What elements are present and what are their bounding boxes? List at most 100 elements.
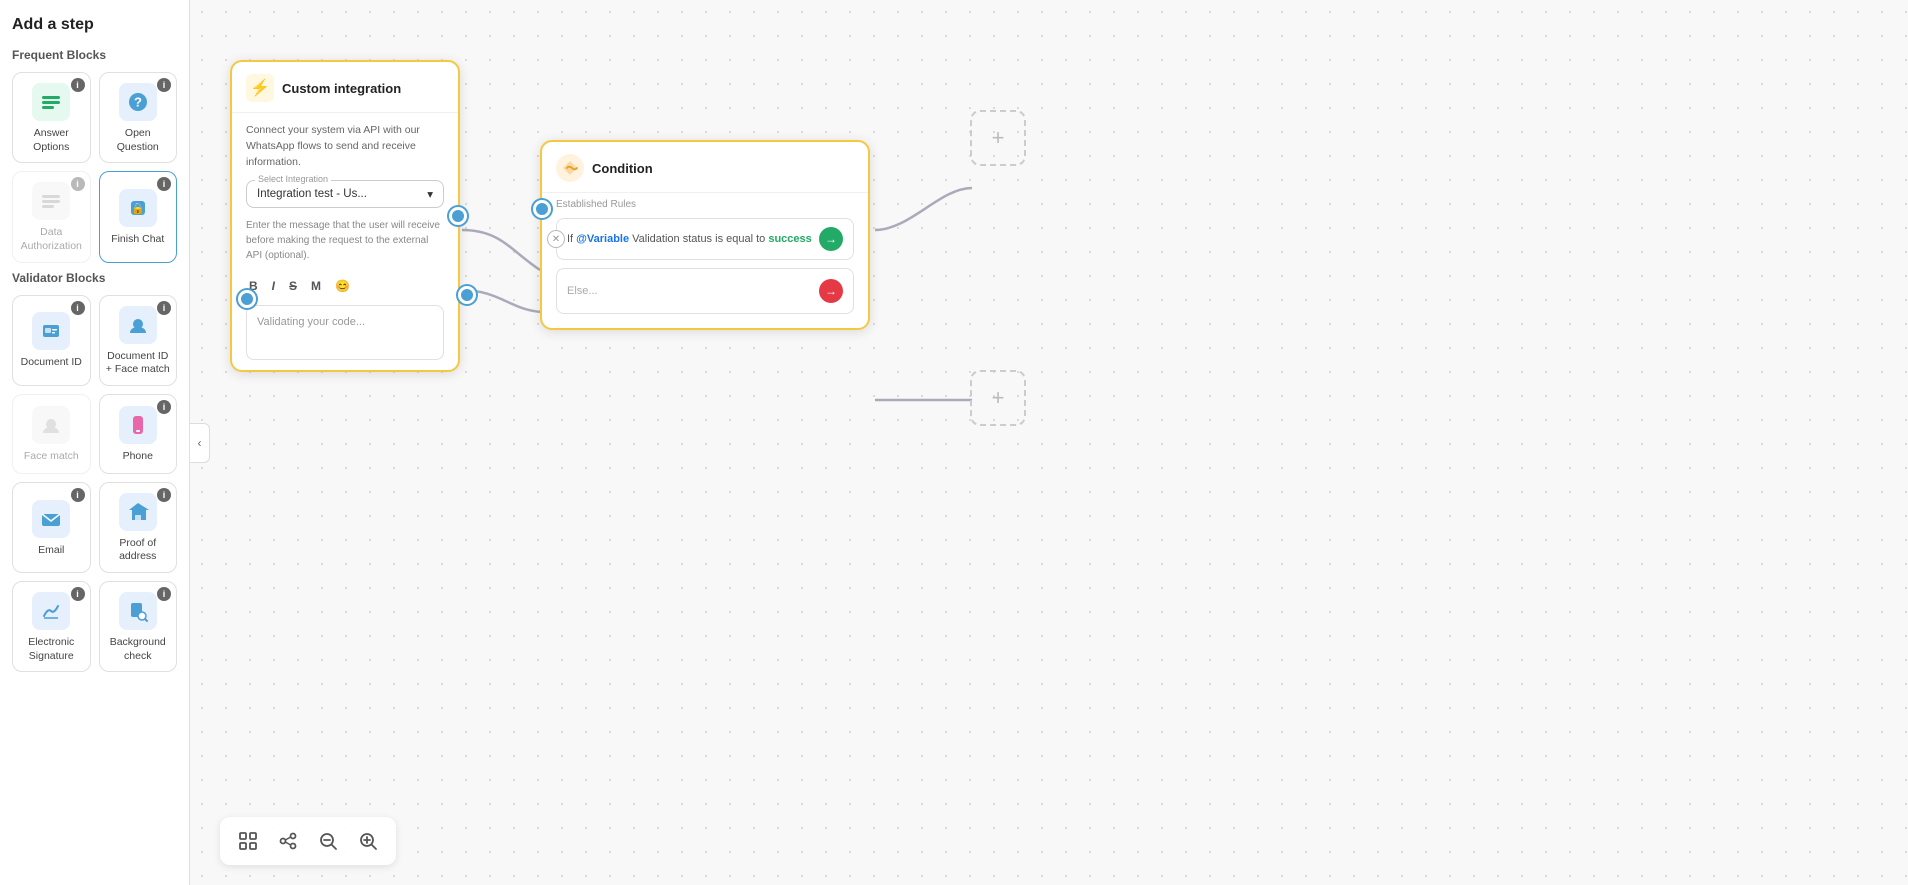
svg-text:?: ? <box>134 95 142 110</box>
info-badge: i <box>71 78 85 92</box>
card-description: Connect your system via API with our Wha… <box>246 123 444 170</box>
card-hint: Enter the message that the user will rec… <box>246 218 444 263</box>
info-badge-da: i <box>71 177 85 191</box>
text-editor-toolbar: B I S M 😊 <box>246 273 444 299</box>
fit-screen-button[interactable] <box>232 825 264 857</box>
rule-row: ✕ If @Variable Validation status is equa… <box>556 218 854 260</box>
document-id-label: Document ID <box>21 356 82 370</box>
strikethrough-button[interactable]: S <box>286 277 300 295</box>
validator-section-title: Validator Blocks <box>12 271 177 285</box>
card-header: ⚡ Custom integration <box>232 62 458 113</box>
info-badge-oq: i <box>157 78 171 92</box>
info-badge-bc: i <box>157 587 171 601</box>
open-question-label: Open Question <box>104 127 173 154</box>
sidebar-title: Add a step <box>12 16 177 34</box>
chevron-down-icon: ▾ <box>427 187 433 201</box>
select-label: Select Integration <box>255 174 331 184</box>
established-rules-label: Established Rules <box>542 193 868 210</box>
block-email[interactable]: i Email <box>12 482 91 573</box>
face-match-icon <box>32 406 70 444</box>
info-badge-did: i <box>71 301 85 315</box>
info-badge-ph: i <box>157 400 171 414</box>
card-title: Custom integration <box>282 81 401 96</box>
background-check-label: Background check <box>104 636 173 663</box>
electronic-signature-icon <box>32 592 70 630</box>
frequent-blocks-grid: i Answer Options i ? Open Question i Dat… <box>12 72 177 263</box>
validator-blocks-grid: i Document ID i Document ID + Face match… <box>12 295 177 673</box>
proof-of-address-icon <box>119 493 157 531</box>
email-icon <box>32 500 70 538</box>
rule-operator: is equal to <box>715 233 768 245</box>
plus-node-top[interactable]: + <box>970 110 1026 166</box>
italic-button[interactable]: I <box>269 277 278 295</box>
canvas-area: ⚡ Custom integration Connect your system… <box>190 0 1908 885</box>
sidebar-collapse-button[interactable]: ‹ <box>190 423 210 463</box>
answer-options-icon <box>32 83 70 121</box>
document-id-face-icon <box>119 306 157 344</box>
block-electronic-signature[interactable]: i Electronic Signature <box>12 581 91 672</box>
card-body: Connect your system via API with our Wha… <box>232 113 458 370</box>
block-background-check[interactable]: i Background check <box>99 581 178 672</box>
text-area[interactable]: Validating your code... <box>246 305 444 360</box>
info-badge-em: i <box>71 488 85 502</box>
face-match-label: Face match <box>24 450 79 464</box>
else-row: Else... → <box>556 268 854 314</box>
rule-prefix: If <box>567 233 576 245</box>
proof-of-address-label: Proof of address <box>104 537 173 564</box>
finish-chat-icon: 🔒 <box>119 189 157 227</box>
exit-connector-dot <box>458 286 476 304</box>
rule-close-button[interactable]: ✕ <box>547 230 565 248</box>
block-finish-chat[interactable]: i 🔒 Finish Chat <box>99 171 178 262</box>
zoom-in-button[interactable] <box>352 825 384 857</box>
emoji-button[interactable]: 😊 <box>332 277 353 295</box>
block-answer-options[interactable]: i Answer Options <box>12 72 91 163</box>
finish-chat-label: Finish Chat <box>111 233 164 247</box>
plus-node-bottom[interactable]: + <box>970 370 1026 426</box>
phone-icon <box>119 406 157 444</box>
open-question-icon: ? <box>119 83 157 121</box>
condition-header: Condition <box>542 142 868 193</box>
info-badge-fc: i <box>157 177 171 191</box>
data-authorization-icon <box>32 182 70 220</box>
answer-options-label: Answer Options <box>17 127 86 154</box>
else-label: Else... <box>567 285 598 297</box>
canvas-toolbar <box>220 817 396 865</box>
select-value: Integration test - Us... ▾ <box>257 187 433 201</box>
block-phone[interactable]: i Phone <box>99 394 178 474</box>
block-document-id[interactable]: i Document ID <box>12 295 91 386</box>
output-connector-dot <box>449 207 467 225</box>
block-data-authorization[interactable]: i Data Authorization <box>12 171 91 262</box>
background-check-icon <box>119 592 157 630</box>
condition-icon <box>556 154 584 182</box>
else-arrow-button[interactable]: → <box>819 279 843 303</box>
rule-value: success <box>768 233 811 245</box>
select-text: Integration test - Us... <box>257 188 367 200</box>
block-face-match[interactable]: Face match <box>12 394 91 474</box>
info-badge-poa: i <box>157 488 171 502</box>
rule-variable: @Variable <box>576 233 632 245</box>
frequent-section-title: Frequent Blocks <box>12 48 177 62</box>
email-label: Email <box>38 544 64 558</box>
input-connector-dot <box>238 290 256 308</box>
sidebar: Add a step Frequent Blocks i Answer Opti… <box>0 0 190 885</box>
rule-variable-name: Validation status <box>632 233 715 245</box>
document-id-icon <box>32 312 70 350</box>
phone-label: Phone <box>123 450 153 464</box>
block-open-question[interactable]: i ? Open Question <box>99 72 178 163</box>
svg-text:🔒: 🔒 <box>131 202 145 215</box>
condition-card: Condition Established Rules ✕ If @Variab… <box>540 140 870 330</box>
block-document-id-face[interactable]: i Document ID + Face match <box>99 295 178 386</box>
data-authorization-label: Data Authorization <box>17 226 86 253</box>
condition-input-dot <box>533 200 551 218</box>
condition-title: Condition <box>592 161 653 176</box>
info-badge-didf: i <box>157 301 171 315</box>
custom-integration-icon: ⚡ <box>246 74 274 102</box>
electronic-signature-label: Electronic Signature <box>17 636 86 663</box>
rule-arrow-button[interactable]: → <box>819 227 843 251</box>
monospace-button[interactable]: M <box>308 277 324 295</box>
share-button[interactable] <box>272 825 304 857</box>
zoom-out-button[interactable] <box>312 825 344 857</box>
select-integration-wrapper[interactable]: Select Integration Integration test - Us… <box>246 180 444 208</box>
info-badge-es: i <box>71 587 85 601</box>
block-proof-of-address[interactable]: i Proof of address <box>99 482 178 573</box>
